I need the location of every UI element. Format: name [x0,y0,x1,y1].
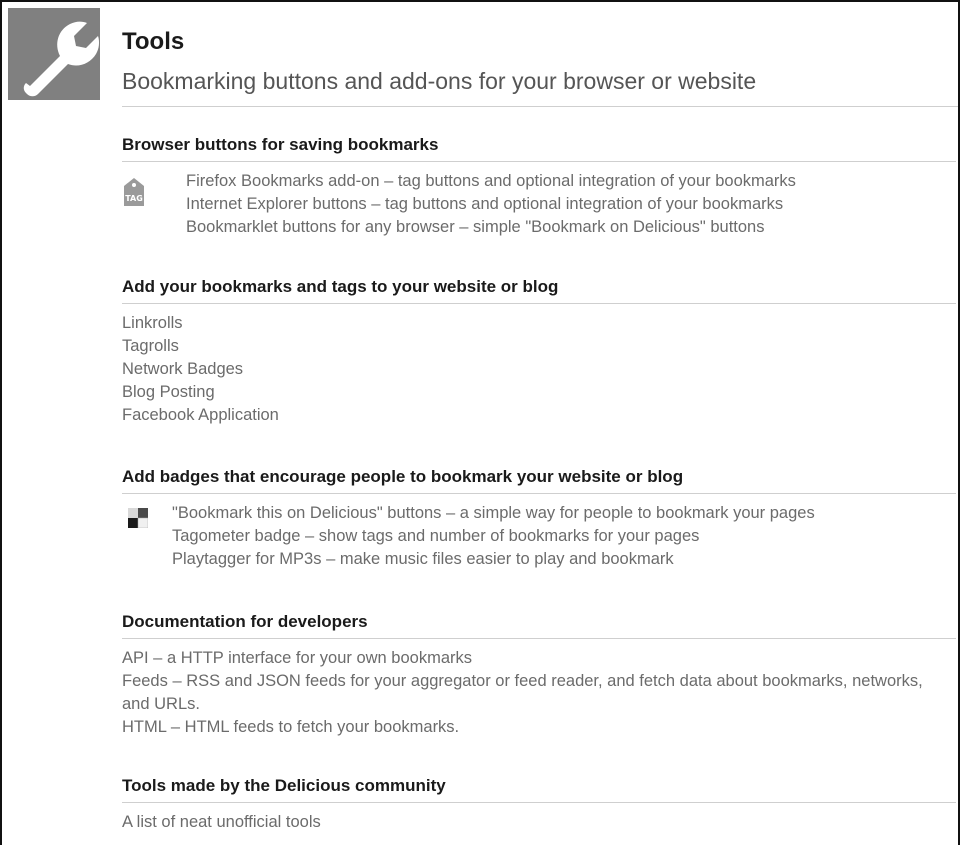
header-divider [122,106,958,107]
page-header: Tools Bookmarking buttons and add-ons fo… [122,28,952,95]
svg-text:TAG: TAG [125,194,143,203]
section-community-tools: Tools made by the Delicious community A … [122,776,956,834]
wrench-icon [8,8,100,100]
section-badges: Add badges that encourage people to book… [122,467,956,571]
section-developer-docs: Documentation for developers API – a HTT… [122,612,956,739]
link-linkrolls[interactable]: Linkrolls [122,312,956,335]
link-feeds[interactable]: Feeds – RSS and JSON feeds for your aggr… [122,670,932,716]
link-html-feeds[interactable]: HTML – HTML feeds to fetch your bookmark… [122,716,956,739]
tag-icon: TAG [124,178,144,206]
section-heading: Browser buttons for saving bookmarks [122,135,956,162]
link-firefox-addon[interactable]: Firefox Bookmarks add-on – tag buttons a… [186,170,956,193]
delicious-logo-icon [128,508,148,528]
section-heading: Tools made by the Delicious community [122,776,956,803]
section-website-blog: Add your bookmarks and tags to your webs… [122,277,956,427]
link-tagrolls[interactable]: Tagrolls [122,335,956,358]
link-bookmarklet-buttons[interactable]: Bookmarklet buttons for any browser – si… [186,216,956,239]
section-heading: Add your bookmarks and tags to your webs… [122,277,956,304]
link-unofficial-tools[interactable]: A list of neat unofficial tools [122,811,956,834]
section-browser-buttons: Browser buttons for saving bookmarks TAG… [122,135,956,239]
page-title: Tools [122,28,185,55]
page-subtitle: Bookmarking buttons and add-ons for your… [122,68,757,94]
link-tagometer-badge[interactable]: Tagometer badge – show tags and number o… [172,525,956,548]
link-api[interactable]: API – a HTTP interface for your own book… [122,647,956,670]
link-ie-buttons[interactable]: Internet Explorer buttons – tag buttons … [186,193,956,216]
link-bookmark-this-buttons[interactable]: "Bookmark this on Delicious" buttons – a… [172,502,956,525]
link-network-badges[interactable]: Network Badges [122,358,956,381]
section-heading: Documentation for developers [122,612,956,639]
link-playtagger[interactable]: Playtagger for MP3s – make music files e… [172,548,956,571]
section-heading: Add badges that encourage people to book… [122,467,956,494]
link-facebook-application[interactable]: Facebook Application [122,404,956,427]
link-blog-posting[interactable]: Blog Posting [122,381,956,404]
